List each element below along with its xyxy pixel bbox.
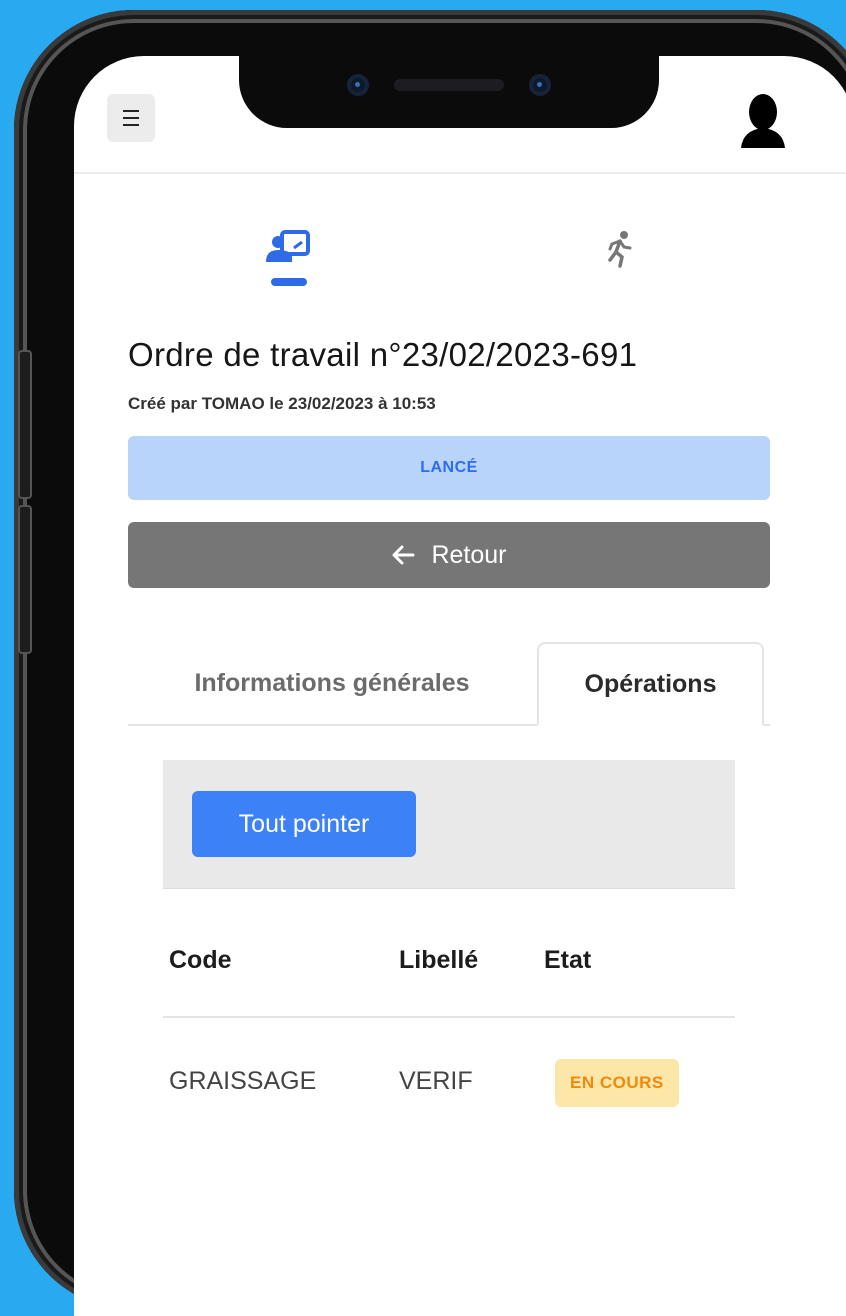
operations-toolbar: Tout pointer bbox=[163, 760, 735, 889]
column-header-libelle: Libellé bbox=[399, 946, 479, 974]
column-header-etat: Etat bbox=[544, 946, 592, 974]
column-header-code: Code bbox=[169, 946, 232, 974]
creation-info: Créé par TOMAO le 23/02/2023 à 10:53 bbox=[128, 394, 436, 413]
status-banner: LANCÉ bbox=[128, 436, 770, 500]
phone-frame: Ordre de travail n°23/02/2023-691 Créé p… bbox=[14, 10, 846, 1316]
active-section-indicator bbox=[271, 278, 307, 286]
arrow-left-icon bbox=[392, 545, 415, 565]
sensor-icon bbox=[529, 74, 551, 96]
camera-icon bbox=[347, 74, 369, 96]
running-person-icon[interactable] bbox=[594, 226, 644, 276]
app-screen: Ordre de travail n°23/02/2023-691 Créé p… bbox=[74, 56, 846, 1316]
tab-operations[interactable]: Opérations bbox=[537, 642, 764, 726]
tab-informations-generales[interactable]: Informations générales bbox=[128, 642, 536, 724]
status-badge: EN COURS bbox=[555, 1059, 679, 1107]
user-avatar-icon[interactable] bbox=[739, 92, 787, 148]
hamburger-menu-button[interactable] bbox=[107, 94, 155, 142]
button-label: Tout pointer bbox=[238, 809, 370, 838]
phone-notch bbox=[239, 56, 659, 128]
presentation-user-icon[interactable] bbox=[264, 226, 314, 276]
volume-up-button bbox=[18, 350, 32, 499]
page-title: Ordre de travail n°23/02/2023-691 bbox=[128, 336, 638, 373]
table-header: Code Libellé Etat bbox=[163, 926, 735, 1018]
cell-libelle: VERIF bbox=[399, 1067, 473, 1095]
back-button[interactable]: Retour bbox=[128, 522, 770, 588]
speaker-grille bbox=[394, 79, 504, 91]
back-button-label: Retour bbox=[431, 540, 507, 569]
tab-label: Informations générales bbox=[194, 668, 470, 697]
volume-down-button bbox=[18, 505, 32, 654]
hamburger-menu-icon bbox=[123, 110, 139, 126]
status-label: LANCÉ bbox=[420, 459, 478, 476]
cell-code: GRAISSAGE bbox=[169, 1067, 317, 1095]
section-nav bbox=[74, 226, 846, 296]
tab-bar: Informations générales Opérations bbox=[128, 642, 770, 726]
tout-pointer-button[interactable]: Tout pointer bbox=[192, 791, 416, 857]
table-row[interactable]: GRAISSAGE VERIF EN COURS bbox=[163, 1041, 735, 1121]
tab-label: Opérations bbox=[584, 669, 717, 698]
